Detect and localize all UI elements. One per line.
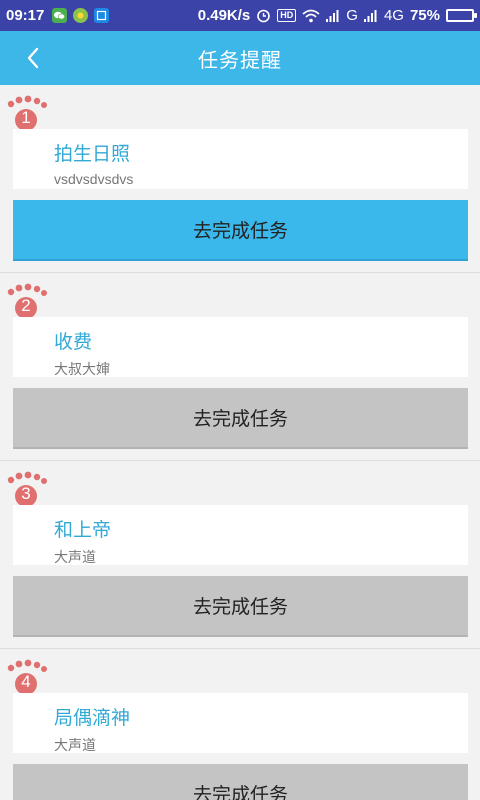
- network-type-g: G: [346, 7, 358, 24]
- network-type-4g: 4G: [383, 7, 404, 24]
- complete-task-button[interactable]: 去完成任务: [13, 388, 468, 449]
- back-button[interactable]: [18, 43, 48, 73]
- task-list: 1 拍生日照 vsdvsdvsdvs 去完成任务 2 收费 大叔大婶 去完成任务…: [0, 85, 480, 800]
- status-right: 0.49K/s HD G 4G 75%: [197, 7, 477, 24]
- alarm-icon: [256, 8, 271, 23]
- battery-icon: [446, 9, 477, 22]
- task-title: 收费: [54, 331, 93, 353]
- task-title: 局偶滴神: [54, 707, 131, 729]
- task-number: 4: [21, 672, 31, 691]
- hd-icon: HD: [277, 9, 297, 22]
- task-subtitle: vsdvsdvsdvs: [54, 171, 134, 187]
- task-subtitle: 大叔大婶: [54, 361, 110, 377]
- task-item: 3 和上帝 大声道 去完成任务: [0, 461, 480, 649]
- task-title: 和上帝: [54, 519, 112, 541]
- page-title: 任务提醒: [198, 47, 282, 72]
- chevron-left-icon: [27, 47, 39, 69]
- battery-percent: 75%: [409, 7, 440, 24]
- wechat-icon: [52, 8, 68, 23]
- task-card: 和上帝 大声道: [13, 505, 468, 565]
- signal-icon-2: [363, 9, 378, 22]
- navbar: 任务提醒: [0, 31, 480, 85]
- network-speed: 0.49K/s: [197, 7, 251, 24]
- task-number: 1: [21, 108, 31, 127]
- task-number: 3: [21, 484, 31, 503]
- status-bar: 09:17 0.49K/s HD G 4G 75%: [0, 0, 480, 31]
- task-subtitle: 大声道: [54, 549, 96, 565]
- complete-task-button[interactable]: 去完成任务: [13, 200, 468, 261]
- signal-icon: [326, 9, 340, 22]
- task-subtitle: 大声道: [54, 737, 96, 753]
- task-item: 1 拍生日照 vsdvsdvsdvs 去完成任务: [0, 85, 480, 273]
- app-notification-icon: [73, 8, 89, 23]
- task-card: 拍生日照 vsdvsdvsdvs: [13, 129, 468, 189]
- wifi-icon: [302, 9, 320, 23]
- task-item: 4 局偶滴神 大声道 去完成任务: [0, 649, 480, 800]
- task-title: 拍生日照: [54, 143, 131, 165]
- task-card: 收费 大叔大婶: [13, 317, 468, 377]
- task-number: 2: [21, 296, 31, 315]
- screenshot-notification-icon: [94, 8, 110, 23]
- task-item: 2 收费 大叔大婶 去完成任务: [0, 273, 480, 461]
- status-time: 09:17: [6, 7, 45, 24]
- complete-task-button[interactable]: 去完成任务: [13, 764, 468, 800]
- complete-task-button[interactable]: 去完成任务: [13, 576, 468, 637]
- task-card: 局偶滴神 大声道: [13, 693, 468, 753]
